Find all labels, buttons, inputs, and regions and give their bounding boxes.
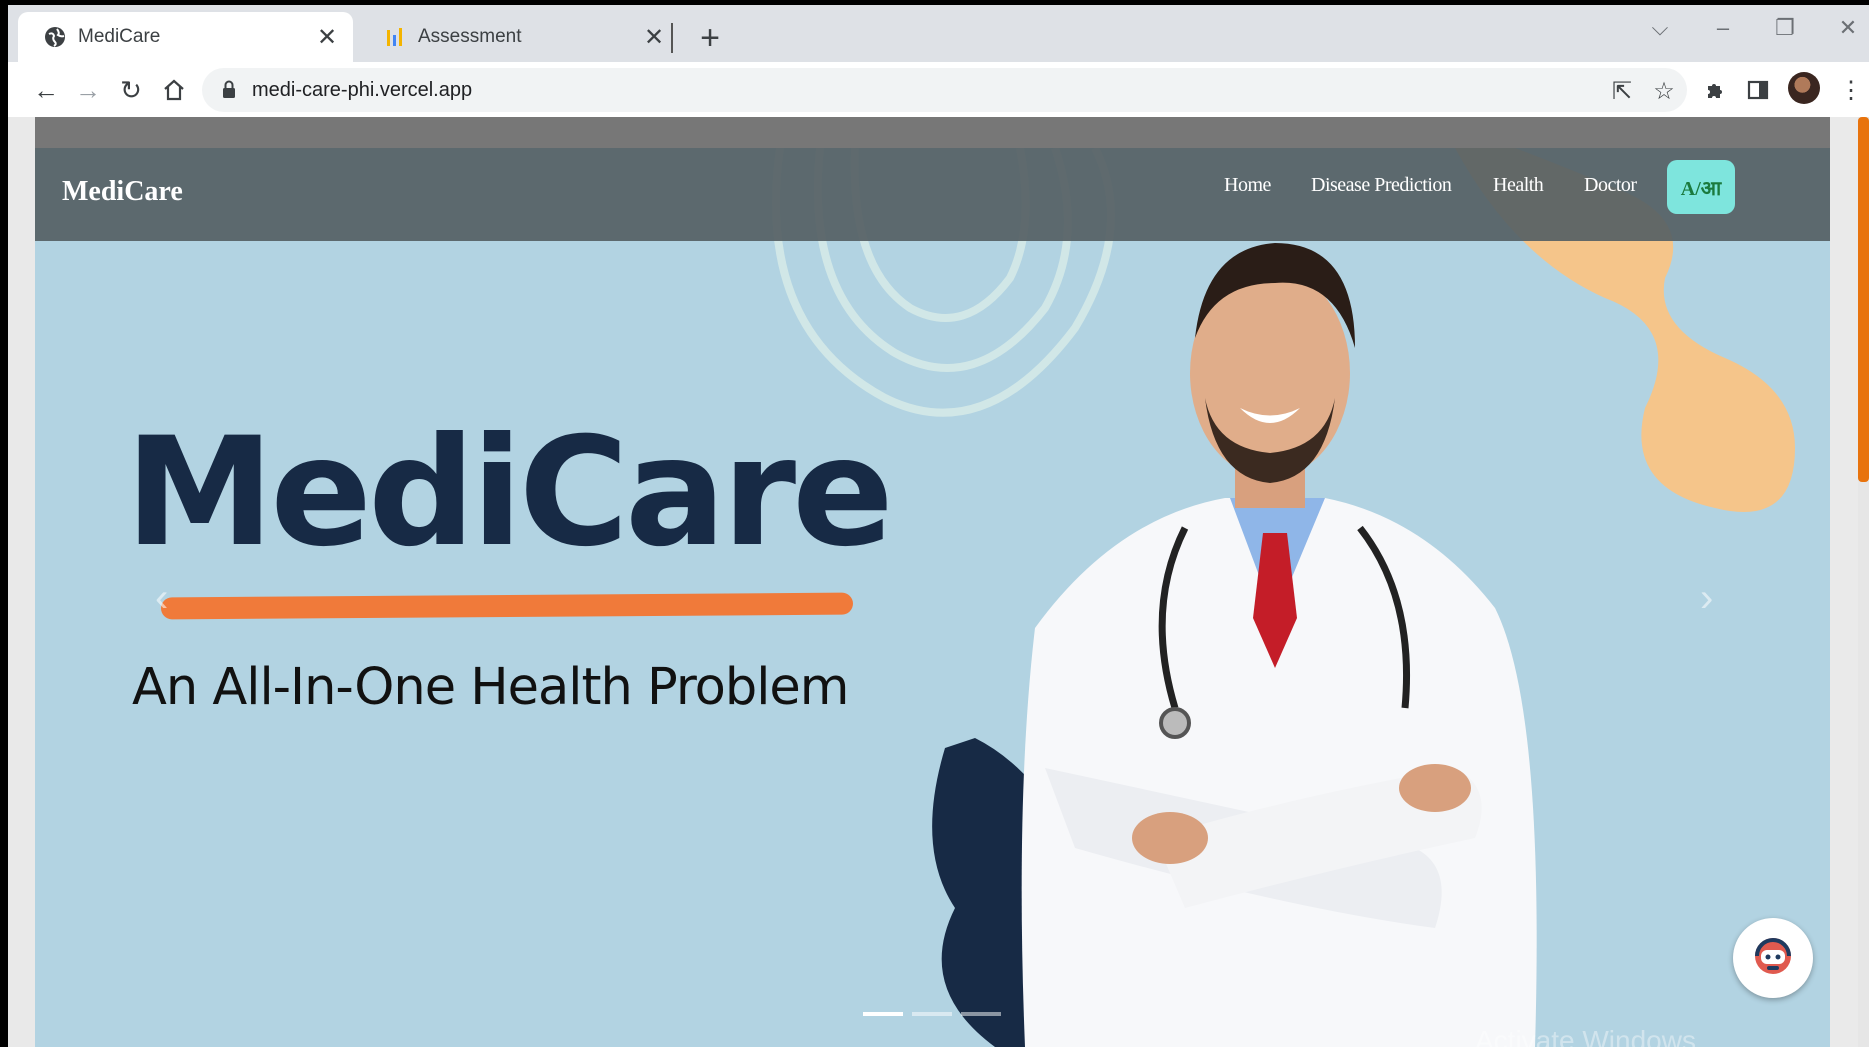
tab-strip: MediCare ✕ Assessment ✕ + ⌵ – ❐ ✕ <box>8 5 1869 62</box>
nav-home[interactable]: Home <box>1224 174 1271 197</box>
tab-search-icon[interactable]: ⌵ <box>1640 15 1680 41</box>
brand-logo[interactable]: MediCare <box>62 176 183 208</box>
page-viewport: MediCare Home Disease Prediction Health … <box>8 117 1869 1047</box>
hero-title: MediCare <box>125 406 894 580</box>
carousel-next-icon[interactable]: › <box>1700 576 1713 621</box>
reload-icon[interactable]: ↻ <box>113 72 149 108</box>
tab-separator <box>671 23 673 53</box>
nav-disease-prediction[interactable]: Disease Prediction <box>1311 174 1452 197</box>
nav-health[interactable]: Health <box>1493 174 1544 197</box>
window-close-button[interactable]: ✕ <box>1828 15 1868 41</box>
carousel-indicator[interactable] <box>863 1012 903 1016</box>
language-toggle-button[interactable]: A/आ <box>1667 160 1735 214</box>
tab-title: Assessment <box>418 26 522 47</box>
hero-carousel: MediCare Home Disease Prediction Health … <box>35 148 1830 1047</box>
top-strip <box>35 117 1830 148</box>
bar-chart-icon <box>384 26 406 48</box>
new-tab-button[interactable]: + <box>692 19 728 57</box>
lock-icon <box>222 80 236 103</box>
browser-toolbar: ← → ↻ medi-care-phi.vercel.app ⇱ ☆ ⋮ <box>8 62 1869 117</box>
page-gutter <box>1830 117 1858 1047</box>
forward-icon[interactable]: → <box>70 72 106 108</box>
browser-chrome: MediCare ✕ Assessment ✕ + ⌵ – ❐ ✕ ← → ↻ … <box>8 5 1869 117</box>
home-icon[interactable] <box>156 72 192 108</box>
hero-subtitle: An All-In-One Health Problem <box>132 658 849 717</box>
back-icon[interactable]: ← <box>28 72 64 108</box>
close-icon[interactable]: ✕ <box>313 23 341 51</box>
site-navbar: MediCare Home Disease Prediction Health … <box>35 148 1830 241</box>
carousel-indicator[interactable] <box>961 1012 1001 1016</box>
chatbot-button[interactable] <box>1733 918 1813 998</box>
carousel-indicator[interactable] <box>912 1012 952 1016</box>
close-icon[interactable]: ✕ <box>640 23 668 51</box>
robot-icon <box>1749 932 1797 985</box>
minimize-button[interactable]: – <box>1703 15 1743 41</box>
scrollbar-thumb[interactable] <box>1858 117 1869 482</box>
share-icon[interactable]: ⇱ <box>1607 76 1637 106</box>
side-panel-icon[interactable] <box>1741 73 1775 107</box>
tab-assessment[interactable]: Assessment ✕ <box>358 12 680 62</box>
restore-button[interactable]: ❐ <box>1765 15 1805 41</box>
globe-icon <box>44 26 66 48</box>
tab-medicare[interactable]: MediCare ✕ <box>18 12 353 62</box>
address-bar[interactable]: medi-care-phi.vercel.app ⇱ ☆ <box>202 68 1687 112</box>
profile-avatar[interactable] <box>1788 72 1820 104</box>
bookmark-star-icon[interactable]: ☆ <box>1649 76 1679 106</box>
nav-doctor[interactable]: Doctor <box>1584 174 1637 197</box>
extensions-puzzle-icon[interactable] <box>1698 73 1732 107</box>
tab-title: MediCare <box>78 26 161 47</box>
activate-windows-watermark: Activate Windows <box>1475 1025 1696 1047</box>
url-text: medi-care-phi.vercel.app <box>252 79 473 101</box>
menu-kebab-icon[interactable]: ⋮ <box>1834 73 1868 107</box>
carousel-prev-icon[interactable]: ‹ <box>155 576 168 621</box>
